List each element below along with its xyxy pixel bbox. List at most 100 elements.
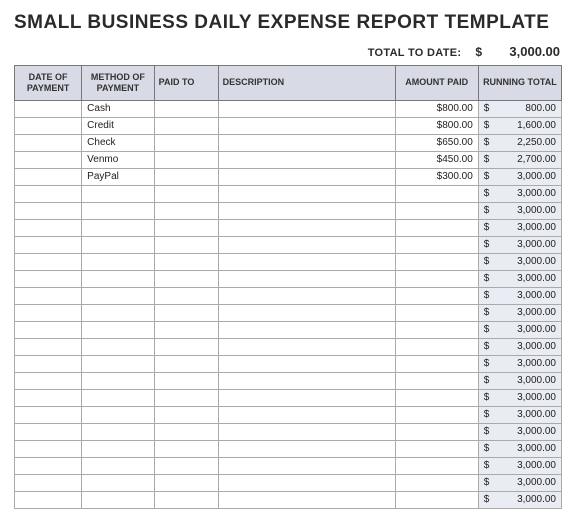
cell-date[interactable] (15, 185, 82, 202)
cell-amount[interactable] (395, 457, 478, 474)
cell-date[interactable] (15, 219, 82, 236)
cell-paid-to[interactable] (154, 219, 218, 236)
cell-description[interactable] (218, 219, 395, 236)
cell-method[interactable] (82, 440, 155, 457)
cell-method[interactable] (82, 474, 155, 491)
cell-amount[interactable] (395, 474, 478, 491)
cell-amount[interactable] (395, 304, 478, 321)
cell-date[interactable] (15, 338, 82, 355)
cell-method[interactable]: Cash (82, 100, 155, 117)
cell-date[interactable] (15, 168, 82, 185)
cell-description[interactable] (218, 457, 395, 474)
cell-amount[interactable]: $650.00 (395, 134, 478, 151)
cell-date[interactable] (15, 117, 82, 134)
cell-method[interactable] (82, 457, 155, 474)
cell-date[interactable] (15, 389, 82, 406)
cell-paid-to[interactable] (154, 202, 218, 219)
cell-amount[interactable] (395, 253, 478, 270)
cell-description[interactable] (218, 440, 395, 457)
cell-method[interactable] (82, 321, 155, 338)
cell-method[interactable]: Check (82, 134, 155, 151)
cell-amount[interactable] (395, 270, 478, 287)
cell-method[interactable] (82, 202, 155, 219)
cell-method[interactable] (82, 338, 155, 355)
cell-date[interactable] (15, 321, 82, 338)
cell-date[interactable] (15, 236, 82, 253)
cell-description[interactable] (218, 270, 395, 287)
cell-paid-to[interactable] (154, 389, 218, 406)
cell-method[interactable] (82, 389, 155, 406)
cell-description[interactable] (218, 389, 395, 406)
cell-date[interactable] (15, 270, 82, 287)
cell-paid-to[interactable] (154, 287, 218, 304)
cell-description[interactable] (218, 304, 395, 321)
cell-method[interactable] (82, 253, 155, 270)
cell-method[interactable] (82, 372, 155, 389)
cell-method[interactable] (82, 304, 155, 321)
cell-description[interactable] (218, 151, 395, 168)
cell-amount[interactable]: $300.00 (395, 168, 478, 185)
cell-amount[interactable] (395, 202, 478, 219)
cell-description[interactable] (218, 372, 395, 389)
cell-paid-to[interactable] (154, 236, 218, 253)
cell-description[interactable] (218, 423, 395, 440)
cell-paid-to[interactable] (154, 185, 218, 202)
cell-amount[interactable]: $800.00 (395, 100, 478, 117)
cell-paid-to[interactable] (154, 440, 218, 457)
cell-amount[interactable] (395, 355, 478, 372)
cell-method[interactable] (82, 406, 155, 423)
cell-method[interactable]: Venmo (82, 151, 155, 168)
cell-paid-to[interactable] (154, 168, 218, 185)
cell-method[interactable]: PayPal (82, 168, 155, 185)
cell-amount[interactable] (395, 287, 478, 304)
cell-method[interactable] (82, 236, 155, 253)
cell-description[interactable] (218, 355, 395, 372)
cell-amount[interactable]: $800.00 (395, 117, 478, 134)
cell-method[interactable] (82, 355, 155, 372)
cell-amount[interactable] (395, 440, 478, 457)
cell-description[interactable] (218, 100, 395, 117)
cell-date[interactable] (15, 287, 82, 304)
cell-paid-to[interactable] (154, 406, 218, 423)
cell-amount[interactable] (395, 185, 478, 202)
cell-date[interactable] (15, 151, 82, 168)
cell-date[interactable] (15, 100, 82, 117)
cell-date[interactable] (15, 202, 82, 219)
cell-method[interactable]: Credit (82, 117, 155, 134)
cell-date[interactable] (15, 423, 82, 440)
cell-paid-to[interactable] (154, 253, 218, 270)
cell-description[interactable] (218, 321, 395, 338)
cell-description[interactable] (218, 185, 395, 202)
cell-amount[interactable] (395, 219, 478, 236)
cell-date[interactable] (15, 457, 82, 474)
cell-date[interactable] (15, 304, 82, 321)
cell-description[interactable] (218, 406, 395, 423)
cell-date[interactable] (15, 372, 82, 389)
cell-paid-to[interactable] (154, 304, 218, 321)
cell-description[interactable] (218, 287, 395, 304)
cell-amount[interactable] (395, 321, 478, 338)
cell-description[interactable] (218, 236, 395, 253)
cell-description[interactable] (218, 474, 395, 491)
cell-date[interactable] (15, 440, 82, 457)
cell-amount[interactable] (395, 338, 478, 355)
cell-method[interactable] (82, 287, 155, 304)
cell-paid-to[interactable] (154, 355, 218, 372)
cell-paid-to[interactable] (154, 270, 218, 287)
cell-paid-to[interactable] (154, 457, 218, 474)
cell-amount[interactable] (395, 423, 478, 440)
cell-date[interactable] (15, 355, 82, 372)
cell-date[interactable] (15, 474, 82, 491)
cell-paid-to[interactable] (154, 423, 218, 440)
cell-date[interactable] (15, 134, 82, 151)
cell-date[interactable] (15, 406, 82, 423)
cell-description[interactable] (218, 168, 395, 185)
cell-paid-to[interactable] (154, 100, 218, 117)
cell-paid-to[interactable] (154, 134, 218, 151)
cell-amount[interactable]: $450.00 (395, 151, 478, 168)
cell-description[interactable] (218, 253, 395, 270)
cell-method[interactable] (82, 185, 155, 202)
cell-description[interactable] (218, 338, 395, 355)
cell-method[interactable] (82, 270, 155, 287)
cell-amount[interactable] (395, 406, 478, 423)
